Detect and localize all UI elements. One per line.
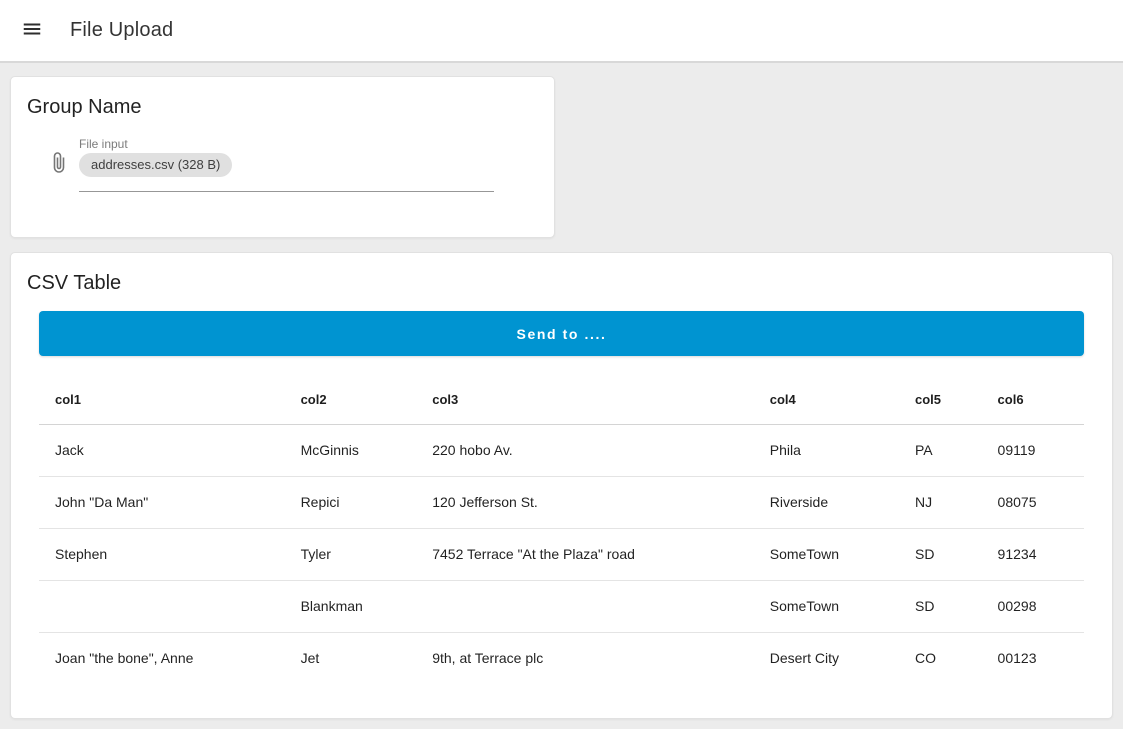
- table-cell: SD: [899, 580, 982, 632]
- table-cell: [416, 580, 754, 632]
- table-cell: 91234: [982, 528, 1084, 580]
- csv-table-card-title: CSV Table: [11, 253, 1112, 297]
- input-underline: [79, 191, 494, 192]
- column-header: col5: [899, 376, 982, 424]
- table-row: Stephen Tyler 7452 Terrace "At the Plaza…: [39, 528, 1084, 580]
- file-input[interactable]: File input addresses.csv (328 B): [79, 137, 494, 192]
- table-cell: Stephen: [39, 528, 285, 580]
- table-cell: McGinnis: [285, 424, 417, 476]
- table-cell: Repici: [285, 476, 417, 528]
- table-cell: 120 Jefferson St.: [416, 476, 754, 528]
- upload-card-title: Group Name: [11, 77, 554, 121]
- table-cell: SD: [899, 528, 982, 580]
- table-cell: John "Da Man": [39, 476, 285, 528]
- table-header-row: col1 col2 col3 col4 col5 col6: [39, 376, 1084, 424]
- table-row: Blankman SomeTown SD 00298: [39, 580, 1084, 632]
- send-button[interactable]: Send to ....: [39, 311, 1084, 356]
- table-cell: Jack: [39, 424, 285, 476]
- table-cell: 9th, at Terrace plc: [416, 632, 754, 684]
- app-bar-title: File Upload: [70, 19, 173, 42]
- table-cell: Jet: [285, 632, 417, 684]
- table-row: John "Da Man" Repici 120 Jefferson St. R…: [39, 476, 1084, 528]
- upload-card: Group Name File input addresses.csv (328…: [10, 76, 555, 238]
- table-cell: SomeTown: [754, 528, 899, 580]
- page-content: Group Name File input addresses.csv (328…: [0, 63, 1123, 729]
- table-cell: Tyler: [285, 528, 417, 580]
- table-cell: Blankman: [285, 580, 417, 632]
- table-cell: SomeTown: [754, 580, 899, 632]
- table-cell: 08075: [982, 476, 1084, 528]
- column-header: col6: [982, 376, 1084, 424]
- csv-table-card-body: Send to .... col1 col2 col3 col4 col5 co…: [11, 297, 1112, 700]
- menu-button[interactable]: [20, 19, 44, 43]
- file-chip[interactable]: addresses.csv (328 B): [79, 153, 232, 177]
- file-input-row: File input addresses.csv (328 B): [11, 121, 554, 192]
- paperclip-icon[interactable]: [47, 151, 71, 175]
- table-cell: 09119: [982, 424, 1084, 476]
- table-cell: 00123: [982, 632, 1084, 684]
- table-cell: Desert City: [754, 632, 899, 684]
- table-cell: Phila: [754, 424, 899, 476]
- table-cell: 220 hobo Av.: [416, 424, 754, 476]
- column-header: col2: [285, 376, 417, 424]
- menu-icon: [21, 18, 43, 43]
- table-cell: NJ: [899, 476, 982, 528]
- table-row: Jack McGinnis 220 hobo Av. Phila PA 0911…: [39, 424, 1084, 476]
- table-row: Joan "the bone", Anne Jet 9th, at Terrac…: [39, 632, 1084, 684]
- table-cell: 00298: [982, 580, 1084, 632]
- column-header: col4: [754, 376, 899, 424]
- column-header: col3: [416, 376, 754, 424]
- table-cell: 7452 Terrace "At the Plaza" road: [416, 528, 754, 580]
- table-cell: Riverside: [754, 476, 899, 528]
- table-cell: [39, 580, 285, 632]
- table-cell: PA: [899, 424, 982, 476]
- csv-table-card: CSV Table Send to .... col1 col2 col3 co…: [10, 252, 1113, 719]
- csv-table: col1 col2 col3 col4 col5 col6 Jack McGin…: [39, 376, 1084, 684]
- column-header: col1: [39, 376, 285, 424]
- table-cell: Joan "the bone", Anne: [39, 632, 285, 684]
- table-cell: CO: [899, 632, 982, 684]
- file-input-label: File input: [79, 137, 494, 151]
- app-bar: File Upload: [0, 0, 1123, 63]
